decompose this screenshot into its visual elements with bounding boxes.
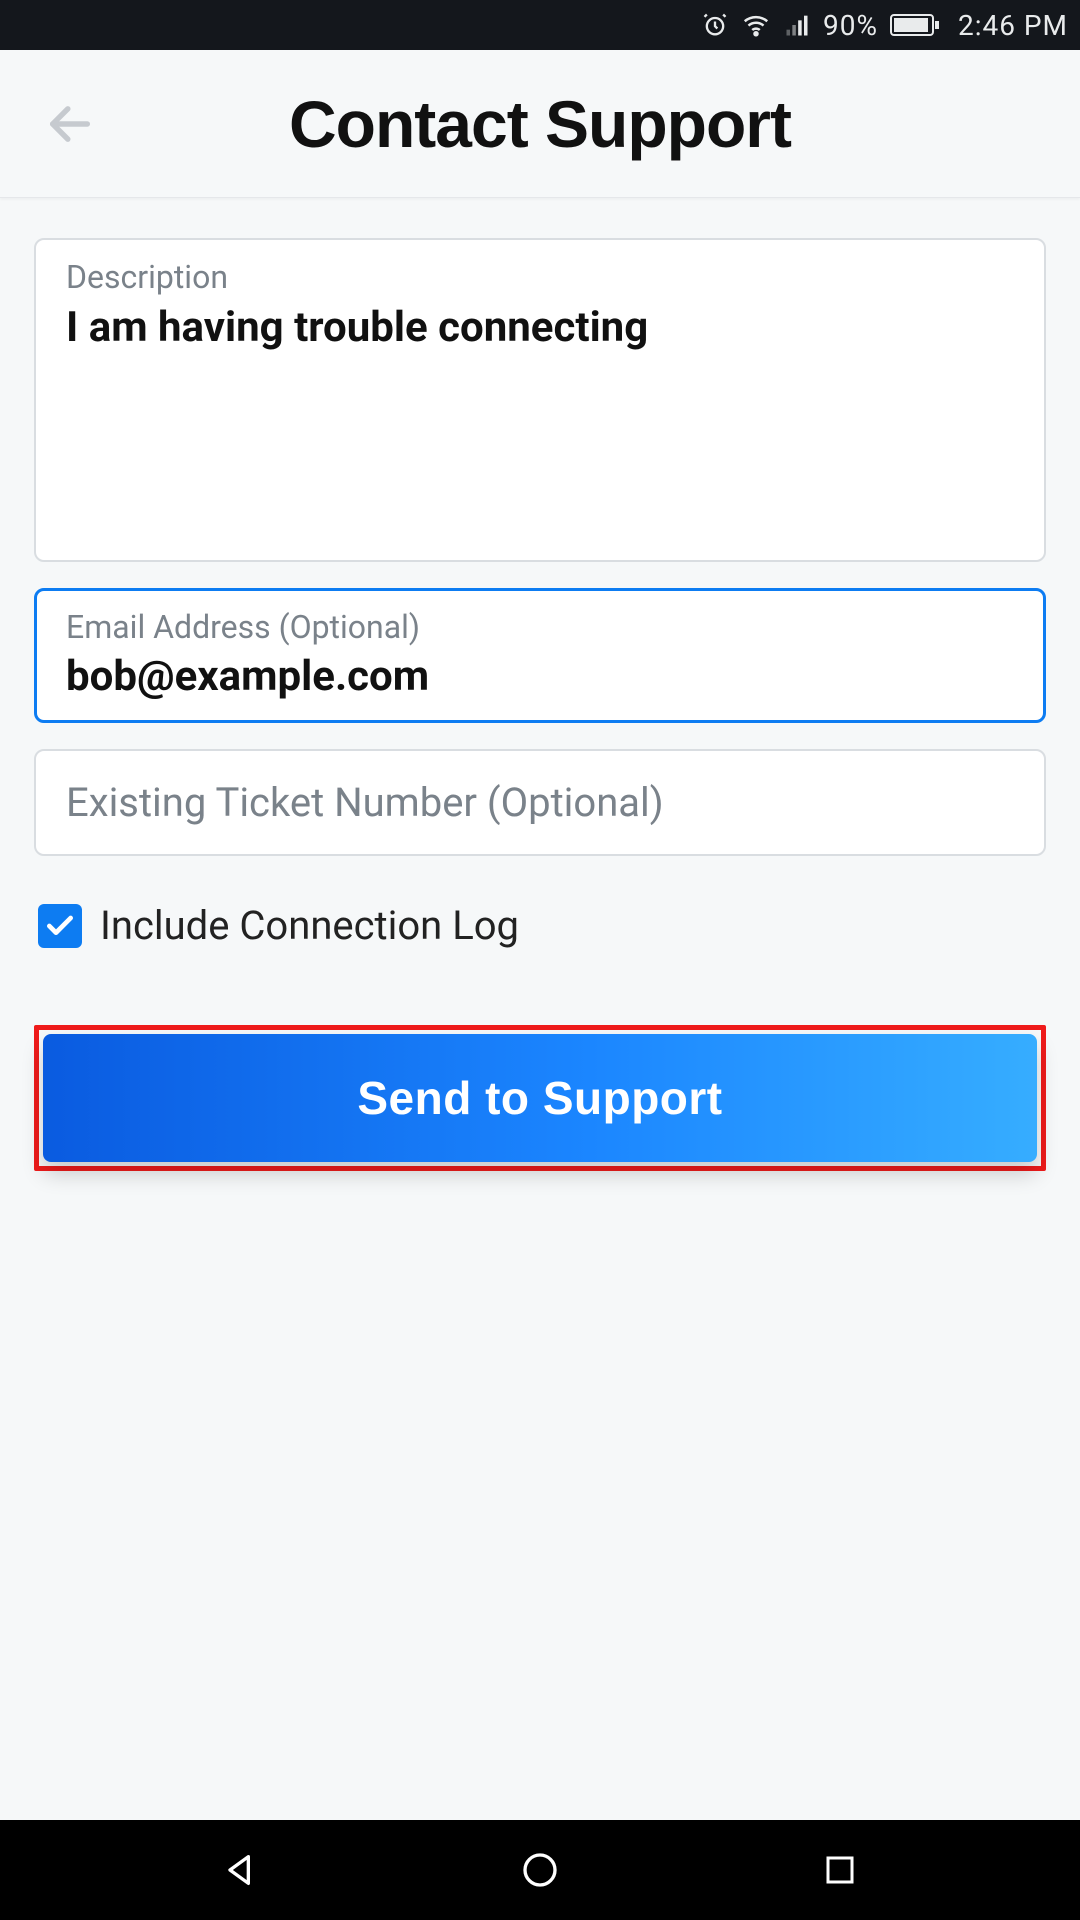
alarm-icon	[701, 11, 729, 39]
cell-signal-icon	[783, 11, 811, 39]
square-recent-icon	[822, 1852, 858, 1888]
android-nav-bar	[0, 1820, 1080, 1920]
include-log-row[interactable]: Include Connection Log	[34, 882, 1046, 949]
description-label: Description	[66, 258, 1014, 296]
nav-home-button[interactable]	[480, 1840, 600, 1900]
status-bar: 90% 2:46 PM	[0, 0, 1080, 50]
nav-back-button[interactable]	[180, 1840, 300, 1900]
ticket-field[interactable]	[34, 749, 1046, 856]
page-title: Contact Support	[0, 86, 1080, 162]
clock-time: 2:46 PM	[958, 9, 1068, 42]
email-label: Email Address (Optional)	[66, 608, 1014, 646]
submit-highlight: Send to Support	[34, 1025, 1046, 1171]
circle-home-icon	[520, 1850, 560, 1890]
arrow-left-icon	[44, 98, 96, 150]
triangle-back-icon	[220, 1850, 260, 1890]
description-input[interactable]	[66, 302, 1014, 542]
include-log-checkbox[interactable]	[38, 904, 82, 948]
send-to-support-button[interactable]: Send to Support	[43, 1034, 1037, 1162]
email-field[interactable]: Email Address (Optional)	[34, 588, 1046, 723]
check-icon	[44, 910, 76, 942]
battery-icon	[890, 12, 940, 38]
wifi-icon	[741, 10, 771, 40]
back-button[interactable]	[40, 94, 100, 154]
description-field[interactable]: Description	[34, 238, 1046, 562]
app-header: Contact Support	[0, 50, 1080, 198]
email-input[interactable]	[66, 652, 1014, 701]
include-log-label: Include Connection Log	[100, 902, 519, 949]
form: Description Email Address (Optional) Inc…	[0, 198, 1080, 1171]
battery-percent: 90%	[823, 9, 878, 42]
nav-recent-button[interactable]	[780, 1840, 900, 1900]
ticket-input[interactable]	[66, 779, 1014, 826]
